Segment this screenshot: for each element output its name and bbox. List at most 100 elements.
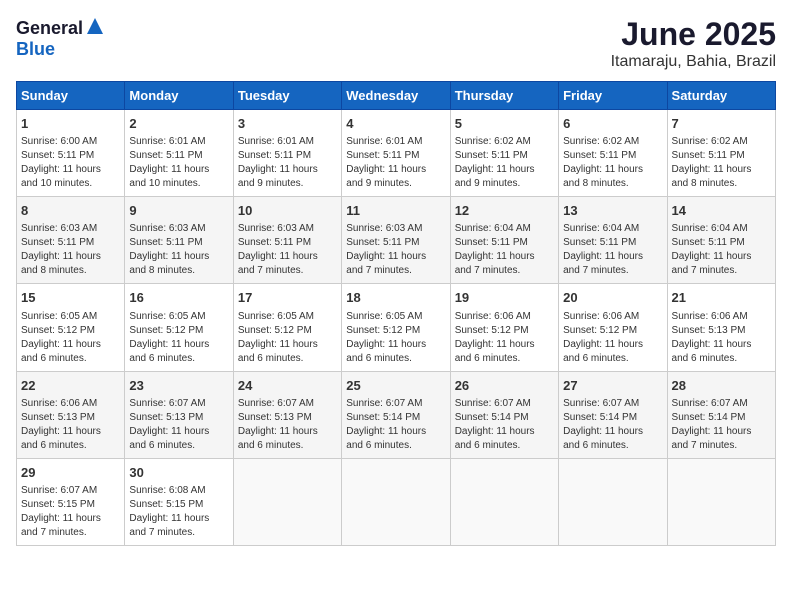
day-number: 1 (21, 115, 120, 133)
day-info: Sunrise: 6:07 AM Sunset: 5:15 PM Dayligh… (21, 484, 120, 540)
calendar-day-cell: 13 Sunrise: 6:04 AM Sunset: 5:11 PM Dayli… (559, 197, 667, 284)
calendar-day-cell: 27 Sunrise: 6:07 AM Sunset: 5:14 PM Dayli… (559, 371, 667, 458)
day-info: Sunrise: 6:03 AM Sunset: 5:11 PM Dayligh… (238, 222, 337, 278)
day-number: 8 (21, 202, 120, 220)
day-number: 10 (238, 202, 337, 220)
calendar-day-cell: 1 Sunrise: 6:00 AM Sunset: 5:11 PM Daylig… (17, 110, 125, 197)
day-info: Sunrise: 6:02 AM Sunset: 5:11 PM Dayligh… (563, 135, 662, 191)
calendar-day-cell: 4Sunrise: 6:01 AM Sunset: 5:11 PM Daylig… (342, 110, 450, 197)
day-info: Sunrise: 6:06 AM Sunset: 5:13 PM Dayligh… (672, 310, 771, 366)
calendar-day-cell: 25Sunrise: 6:07 AM Sunset: 5:14 PM Dayli… (342, 371, 450, 458)
day-header-tuesday: Tuesday (233, 82, 341, 110)
title-area: June 2025 Itamaraju, Bahia, Brazil (611, 16, 776, 71)
calendar-day-cell: 23Sunrise: 6:07 AM Sunset: 5:13 PM Dayli… (125, 371, 233, 458)
logo: General Blue (16, 16, 105, 60)
logo-blue-text: Blue (16, 39, 55, 60)
calendar-day-cell: 12Sunrise: 6:04 AM Sunset: 5:11 PM Dayli… (450, 197, 558, 284)
calendar-day-cell: 3 Sunrise: 6:01 AM Sunset: 5:11 PM Daylig… (233, 110, 341, 197)
calendar-day-cell: 28 Sunrise: 6:07 AM Sunset: 5:14 PM Dayli… (667, 371, 775, 458)
day-info: Sunrise: 6:07 AM Sunset: 5:14 PM Dayligh… (563, 397, 662, 453)
day-info: Sunrise: 6:00 AM Sunset: 5:11 PM Dayligh… (21, 135, 120, 191)
day-number: 6 (563, 115, 662, 133)
calendar-day-cell: 17 Sunrise: 6:05 AM Sunset: 5:12 PM Dayli… (233, 284, 341, 371)
day-number: 25 (346, 377, 445, 395)
calendar-day-cell: 20Sunrise: 6:06 AM Sunset: 5:12 PM Dayli… (559, 284, 667, 371)
empty-cell (450, 458, 558, 545)
day-header-thursday: Thursday (450, 82, 558, 110)
day-info: Sunrise: 6:03 AM Sunset: 5:11 PM Dayligh… (21, 222, 120, 278)
day-number: 12 (455, 202, 554, 220)
day-number: 3 (238, 115, 337, 133)
day-info: Sunrise: 6:07 AM Sunset: 5:13 PM Dayligh… (238, 397, 337, 453)
empty-cell (342, 458, 450, 545)
calendar-day-cell: 26Sunrise: 6:07 AM Sunset: 5:14 PM Dayli… (450, 371, 558, 458)
day-info: Sunrise: 6:02 AM Sunset: 5:11 PM Dayligh… (455, 135, 554, 191)
empty-cell (233, 458, 341, 545)
day-number: 17 (238, 289, 337, 307)
logo-icon (85, 16, 105, 36)
day-number: 27 (563, 377, 662, 395)
day-info: Sunrise: 6:06 AM Sunset: 5:12 PM Dayligh… (563, 310, 662, 366)
calendar-week-row: 8 Sunrise: 6:03 AM Sunset: 5:11 PM Daylig… (17, 197, 776, 284)
day-number: 18 (346, 289, 445, 307)
calendar-day-cell: 19 Sunrise: 6:06 AM Sunset: 5:12 PM Dayli… (450, 284, 558, 371)
calendar-day-cell: 6 Sunrise: 6:02 AM Sunset: 5:11 PM Daylig… (559, 110, 667, 197)
calendar-day-cell: 5 Sunrise: 6:02 AM Sunset: 5:11 PM Daylig… (450, 110, 558, 197)
day-number: 19 (455, 289, 554, 307)
day-number: 9 (129, 202, 228, 220)
calendar-header-row: SundayMondayTuesdayWednesdayThursdayFrid… (17, 82, 776, 110)
day-info: Sunrise: 6:03 AM Sunset: 5:11 PM Dayligh… (129, 222, 228, 278)
day-number: 15 (21, 289, 120, 307)
page-header: General Blue June 2025 Itamaraju, Bahia,… (16, 16, 776, 71)
calendar-day-cell: 7 Sunrise: 6:02 AM Sunset: 5:11 PM Daylig… (667, 110, 775, 197)
calendar-day-cell: 2 Sunrise: 6:01 AM Sunset: 5:11 PM Daylig… (125, 110, 233, 197)
calendar-week-row: 29 Sunrise: 6:07 AM Sunset: 5:15 PM Dayli… (17, 458, 776, 545)
empty-cell (559, 458, 667, 545)
calendar-day-cell: 9 Sunrise: 6:03 AM Sunset: 5:11 PM Daylig… (125, 197, 233, 284)
day-number: 28 (672, 377, 771, 395)
day-info: Sunrise: 6:05 AM Sunset: 5:12 PM Dayligh… (346, 310, 445, 366)
day-header-wednesday: Wednesday (342, 82, 450, 110)
empty-cell (667, 458, 775, 545)
calendar-week-row: 1 Sunrise: 6:00 AM Sunset: 5:11 PM Daylig… (17, 110, 776, 197)
day-info: Sunrise: 6:03 AM Sunset: 5:11 PM Dayligh… (346, 222, 445, 278)
calendar-day-cell: 21 Sunrise: 6:06 AM Sunset: 5:13 PM Dayli… (667, 284, 775, 371)
day-header-saturday: Saturday (667, 82, 775, 110)
logo-general-text: General (16, 18, 83, 39)
day-info: Sunrise: 6:06 AM Sunset: 5:13 PM Dayligh… (21, 397, 120, 453)
day-info: Sunrise: 6:07 AM Sunset: 5:14 PM Dayligh… (672, 397, 771, 453)
day-info: Sunrise: 6:01 AM Sunset: 5:11 PM Dayligh… (346, 135, 445, 191)
day-number: 22 (21, 377, 120, 395)
calendar-day-cell: 24 Sunrise: 6:07 AM Sunset: 5:13 PM Dayli… (233, 371, 341, 458)
day-number: 16 (129, 289, 228, 307)
day-header-sunday: Sunday (17, 82, 125, 110)
calendar-day-cell: 29 Sunrise: 6:07 AM Sunset: 5:15 PM Dayli… (17, 458, 125, 545)
calendar-day-cell: 30Sunrise: 6:08 AM Sunset: 5:15 PM Dayli… (125, 458, 233, 545)
day-info: Sunrise: 6:04 AM Sunset: 5:11 PM Dayligh… (672, 222, 771, 278)
month-title: June 2025 (611, 16, 776, 53)
day-info: Sunrise: 6:04 AM Sunset: 5:11 PM Dayligh… (563, 222, 662, 278)
day-number: 2 (129, 115, 228, 133)
calendar-day-cell: 8 Sunrise: 6:03 AM Sunset: 5:11 PM Daylig… (17, 197, 125, 284)
day-number: 5 (455, 115, 554, 133)
day-number: 13 (563, 202, 662, 220)
day-number: 7 (672, 115, 771, 133)
day-info: Sunrise: 6:01 AM Sunset: 5:11 PM Dayligh… (129, 135, 228, 191)
day-info: Sunrise: 6:06 AM Sunset: 5:12 PM Dayligh… (455, 310, 554, 366)
day-info: Sunrise: 6:02 AM Sunset: 5:11 PM Dayligh… (672, 135, 771, 191)
day-number: 23 (129, 377, 228, 395)
day-number: 29 (21, 464, 120, 482)
day-info: Sunrise: 6:05 AM Sunset: 5:12 PM Dayligh… (129, 310, 228, 366)
calendar-day-cell: 11Sunrise: 6:03 AM Sunset: 5:11 PM Dayli… (342, 197, 450, 284)
day-number: 24 (238, 377, 337, 395)
day-header-friday: Friday (559, 82, 667, 110)
calendar-week-row: 22 Sunrise: 6:06 AM Sunset: 5:13 PM Dayli… (17, 371, 776, 458)
calendar-day-cell: 14Sunrise: 6:04 AM Sunset: 5:11 PM Dayli… (667, 197, 775, 284)
day-info: Sunrise: 6:01 AM Sunset: 5:11 PM Dayligh… (238, 135, 337, 191)
day-number: 21 (672, 289, 771, 307)
day-info: Sunrise: 6:05 AM Sunset: 5:12 PM Dayligh… (238, 310, 337, 366)
calendar-week-row: 15 Sunrise: 6:05 AM Sunset: 5:12 PM Dayli… (17, 284, 776, 371)
day-info: Sunrise: 6:08 AM Sunset: 5:15 PM Dayligh… (129, 484, 228, 540)
calendar-day-cell: 16 Sunrise: 6:05 AM Sunset: 5:12 PM Dayli… (125, 284, 233, 371)
day-header-monday: Monday (125, 82, 233, 110)
